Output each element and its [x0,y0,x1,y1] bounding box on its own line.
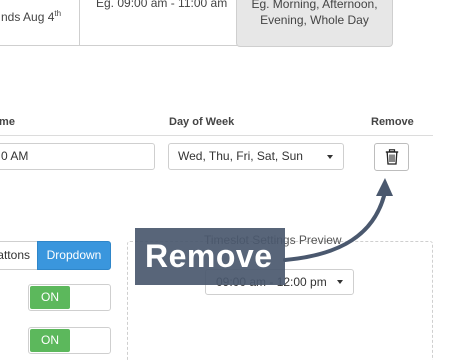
caret-down-icon [337,280,343,284]
dates-info-text: nds Aug 4 [1,10,55,24]
trash-icon [385,149,398,165]
caret-down-icon [327,155,333,159]
column-header-day-of-week: Day of Week [169,116,235,128]
periods-example-line1: Eg. Morning, Afternoon, [251,0,378,11]
dates-info-box: nds Aug 4th [0,0,80,46]
time-input-value: 0 AM [1,149,29,163]
time-input[interactable]: 0 AM [0,143,155,170]
periods-example-line2: Evening, Whole Day [260,13,369,27]
switch-on-label: ON [30,286,70,309]
column-header-remove: Remove [371,116,414,128]
remove-callout-label: Remove [135,228,285,285]
remove-button[interactable] [374,143,409,171]
display-dropdown-option[interactable]: Dropdown [37,241,111,270]
toggle-switch-2[interactable]: ON [28,327,111,354]
header-divider [0,135,433,136]
dates-info-line2: nds Aug 4th [1,9,61,24]
column-header-time: ime [0,116,15,128]
dates-info-sup: th [54,9,62,18]
switch-on-label: ON [30,329,70,352]
day-of-week-value: Wed, Thu, Fri, Sat, Sun [178,149,303,163]
display-buttons-option[interactable]: attons [0,241,38,270]
toggle-switch-1[interactable]: ON [28,284,111,311]
times-example-text: Eg. 09:00 am - 11:00 am [96,0,228,10]
periods-info-box[interactable]: Eg. Morning, Afternoon, Evening, Whole D… [236,0,393,47]
day-of-week-select[interactable]: Wed, Thu, Fri, Sat, Sun [168,143,344,170]
times-info-box: Eg. 09:00 am - 11:00 am [79,0,237,46]
